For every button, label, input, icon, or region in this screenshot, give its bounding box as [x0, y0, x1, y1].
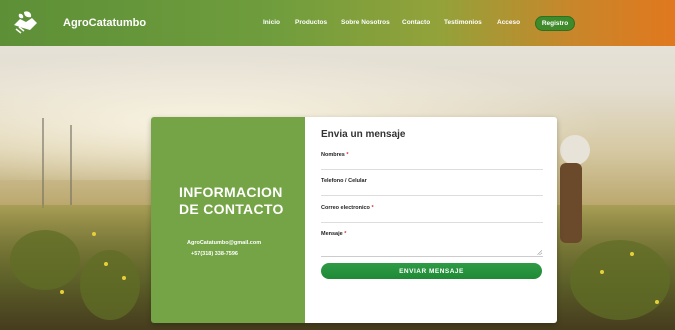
- flower: [92, 232, 96, 236]
- register-button[interactable]: Registro: [535, 16, 575, 31]
- correo-input[interactable]: [321, 222, 543, 223]
- flower: [600, 270, 604, 274]
- required-marker: *: [371, 205, 374, 211]
- navbar: AgroCatatumbo Inicio Productos Sobre Nos…: [0, 0, 675, 46]
- mensaje-textarea[interactable]: [321, 241, 543, 257]
- handshake-leaf-icon[interactable]: [10, 9, 40, 37]
- flower: [104, 262, 108, 266]
- brand-name[interactable]: AgroCatatumbo: [63, 17, 146, 29]
- bush: [10, 230, 80, 290]
- flower: [655, 300, 659, 304]
- farmer-body: [560, 163, 582, 243]
- field-label-text: Mensaje: [321, 231, 343, 237]
- contact-email: AgroCatatumbo@gmail.com: [187, 240, 262, 246]
- field-label-telefono: Telefono / Celular: [321, 178, 367, 184]
- utility-pole: [42, 118, 44, 208]
- nav-link-acceso[interactable]: Acceso: [497, 19, 520, 26]
- field-label-text: Telefono / Celular: [321, 178, 367, 184]
- nav-link-testimonios[interactable]: Testimonios: [444, 19, 482, 26]
- required-marker: *: [344, 231, 347, 237]
- contact-form: Envia un mensaje Nombres * Telefono / Ce…: [305, 117, 557, 323]
- utility-pole: [70, 125, 72, 205]
- form-title: Envia un mensaje: [321, 129, 406, 140]
- contact-card: INFORMACION DE CONTACTO AgroCatatumbo@gm…: [151, 117, 557, 323]
- flower: [122, 276, 126, 280]
- nav-link-productos[interactable]: Productos: [295, 19, 327, 26]
- nav-link-contacto[interactable]: Contacto: [402, 19, 430, 26]
- telefono-input[interactable]: [321, 195, 543, 196]
- nav-link-inicio[interactable]: Inicio: [263, 19, 280, 26]
- field-label-mensaje: Mensaje *: [321, 231, 346, 237]
- contact-phone: +57(318) 338-7596: [191, 251, 238, 257]
- contact-info-title: INFORMACION DE CONTACTO: [179, 184, 284, 217]
- sack: [560, 135, 590, 165]
- flower: [630, 252, 634, 256]
- contact-info-panel: INFORMACION DE CONTACTO AgroCatatumbo@gm…: [151, 117, 305, 323]
- submit-button[interactable]: ENVIAR MENSAJE: [321, 263, 542, 279]
- field-label-text: Correo electronico: [321, 205, 370, 211]
- field-label-nombres: Nombres *: [321, 152, 349, 158]
- bush: [80, 250, 140, 320]
- resize-grip-icon[interactable]: [537, 250, 542, 255]
- field-label-correo: Correo electronico *: [321, 205, 374, 211]
- required-marker: *: [346, 152, 349, 158]
- farmer-figure: [556, 135, 596, 255]
- nombres-input[interactable]: [321, 169, 543, 170]
- flower: [60, 290, 64, 294]
- field-label-text: Nombres: [321, 152, 345, 158]
- nav-link-sobre-nosotros[interactable]: Sobre Nosotros: [341, 19, 390, 26]
